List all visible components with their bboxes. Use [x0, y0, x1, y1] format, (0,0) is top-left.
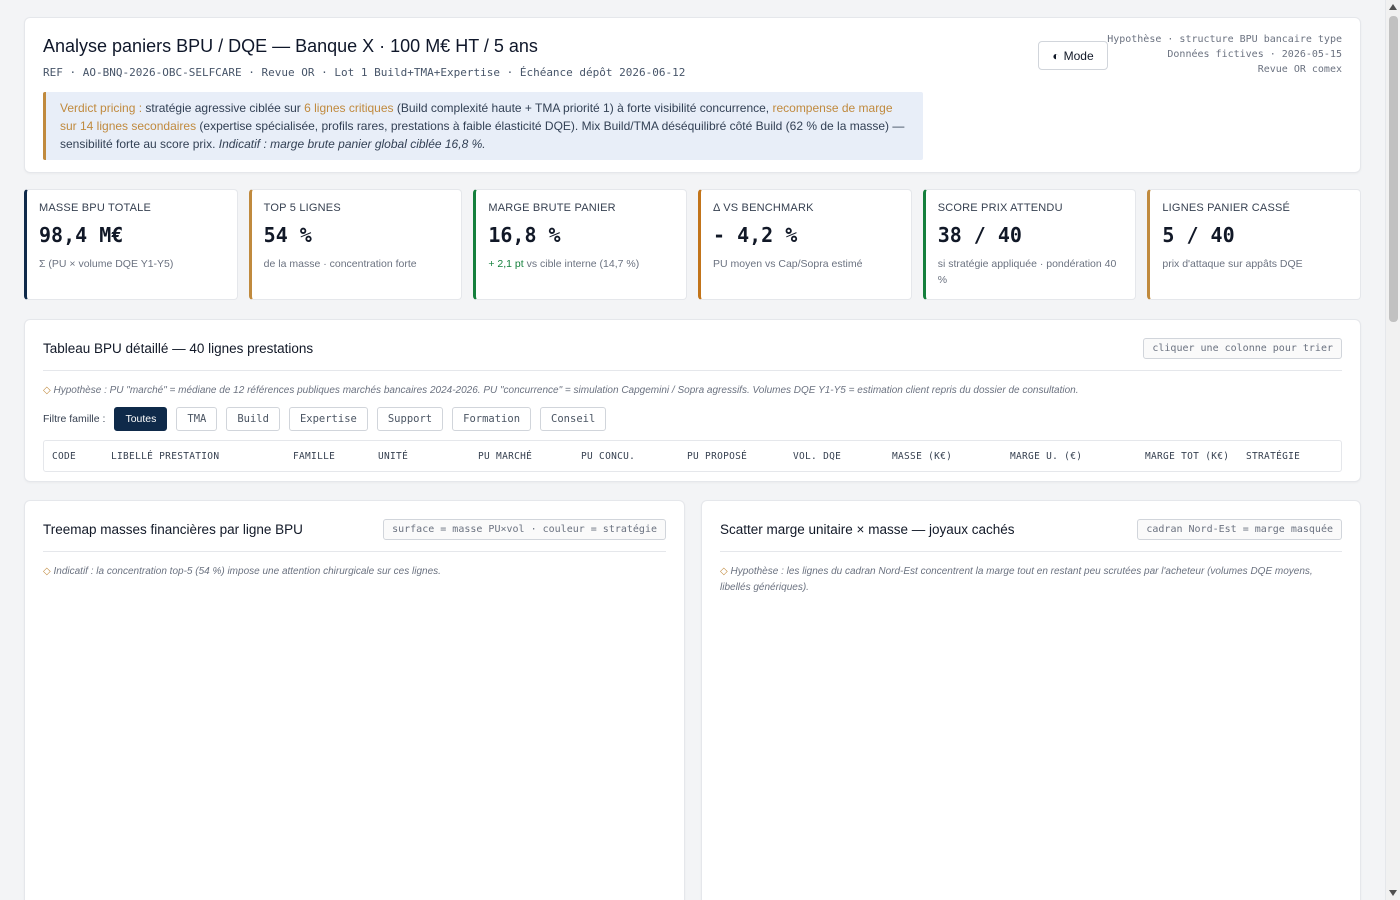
kpi-value: - 4,2 %	[713, 223, 798, 247]
section-header: Tableau BPU détaillé — 40 lignes prestat…	[43, 338, 1342, 371]
kpi-label: MARGE BRUTE PANIER	[488, 202, 616, 214]
kpi-subtext: PU moyen vs Cap/Sopra estimé	[713, 258, 863, 270]
scroll-down-arrow-icon[interactable]	[1389, 890, 1397, 896]
column-header-pu-concu[interactable]: PU CONCU.	[581, 451, 635, 462]
kpi-label: MASSE BPU TOTALE	[39, 202, 152, 214]
filter-button-support[interactable]: Support	[376, 407, 444, 431]
kpi-card-top5: TOP 5 LIGNES 54 % de la masse · concentr…	[248, 189, 463, 300]
scatter-panel: Scatter marge unitaire × masse — joyaux …	[701, 500, 1361, 900]
hypothesis-line: Hypothèse · structure BPU bancaire type	[1107, 34, 1342, 45]
column-header-libelle[interactable]: LIBELLÉ PRESTATION	[111, 451, 219, 462]
treemap-note-text: Indicatif : la concentration top-5 (54 %…	[53, 566, 441, 577]
kpi-card-masse: MASSE BPU TOTALE 98,4 M€ Σ (PU × volume …	[24, 189, 238, 300]
kpi-label: TOP 5 LIGNES	[263, 202, 341, 214]
verdict-label: Verdict pricing :	[60, 101, 143, 115]
treemap-note: ◇ Indicatif : la concentration top-5 (54…	[43, 564, 666, 580]
column-header-marge-tot[interactable]: MARGE TOT (K€)	[1145, 451, 1229, 462]
verdict-text: (Build complexité haute + TMA priorité 1…	[393, 101, 773, 115]
verdict-banner: Verdict pricing : stratégie agressive ci…	[43, 92, 923, 160]
diamond-icon: ◇	[43, 566, 51, 577]
kpi-value: 5 / 40	[1162, 223, 1235, 247]
kpi-row: MASSE BPU TOTALE 98,4 M€ Σ (PU × volume …	[24, 189, 1362, 300]
hypothesis-line: Données fictives · 2026-05-15	[1167, 49, 1342, 60]
kpi-delta: + 2,1 pt	[488, 258, 524, 270]
bpu-table-section: Tableau BPU détaillé — 40 lignes prestat…	[24, 319, 1361, 482]
table-note-text: Hypothèse : PU "marché" = médiane de 12 …	[53, 385, 1079, 396]
sort-hint-badge: cliquer une colonne pour trier	[1143, 338, 1342, 359]
table-header-row: CODE LIBELLÉ PRESTATION FAMILLE UNITÉ PU…	[43, 440, 1342, 472]
header-card: Analyse paniers BPU / DQE — Banque X · 1…	[24, 17, 1361, 173]
section-title: Scatter marge unitaire × masse — joyaux …	[720, 522, 1015, 537]
kpi-card-score: SCORE PRIX ATTENDU 38 / 40 si stratégie …	[922, 189, 1137, 300]
kpi-card-marge: MARGE BRUTE PANIER 16,8 % + 2,1 pt vs ci…	[473, 189, 688, 300]
kpi-value: 16,8 %	[488, 223, 561, 247]
column-header-pu-marche[interactable]: PU MARCHÉ	[478, 451, 532, 462]
kpi-subtext: de la masse · concentration forte	[263, 258, 417, 270]
kpi-card-panier-casse: LIGNES PANIER CASSÉ 5 / 40 prix d'attaqu…	[1147, 189, 1362, 300]
family-filter-bar: Filtre famille : Toutes TMA Build Expert…	[43, 407, 1342, 431]
mode-toggle-button[interactable]: ◐ Mode	[1038, 41, 1108, 70]
filter-button-formation[interactable]: Formation	[452, 407, 532, 431]
verdict-text: stratégie agressive ciblée sur	[142, 101, 305, 115]
filter-button-expertise[interactable]: Expertise	[288, 407, 368, 431]
kpi-label: SCORE PRIX ATTENDU	[937, 202, 1063, 214]
filter-label: Filtre famille :	[43, 413, 106, 425]
diamond-icon: ◇	[43, 385, 51, 396]
treemap-panel: Treemap masses financières par ligne BPU…	[24, 500, 685, 900]
kpi-label: Δ VS BENCHMARK	[713, 202, 814, 214]
column-header-vol-dqe[interactable]: VOL. DQE	[793, 451, 841, 462]
filter-button-build[interactable]: Build	[226, 407, 280, 431]
section-header: Treemap masses financières par ligne BPU…	[43, 519, 666, 552]
column-header-unite[interactable]: UNITÉ	[378, 451, 408, 462]
hypothesis-notes: Hypothèse · structure BPU bancaire type …	[1107, 32, 1342, 77]
section-title: Treemap masses financières par ligne BPU	[43, 522, 303, 537]
filter-button-tma[interactable]: TMA	[176, 407, 218, 431]
kpi-label: LIGNES PANIER CASSÉ	[1162, 202, 1291, 214]
section-header: Scatter marge unitaire × masse — joyaux …	[720, 519, 1342, 552]
column-header-strategie[interactable]: STRATÉGIE	[1246, 451, 1300, 462]
kpi-subtext: si stratégie appliquée · pondération 40 …	[937, 258, 1117, 286]
kpi-subtext: Σ (PU × volume DQE Y1-Y5)	[39, 258, 174, 270]
kpi-value: 54 %	[263, 223, 312, 247]
kpi-subtext: prix d'attaque sur appâts DQE	[1162, 258, 1303, 270]
scatter-note: ◇ Hypothèse : les lignes du cadran Nord-…	[720, 564, 1342, 596]
verdict-indicative: Indicatif : marge brute panier global ci…	[218, 137, 486, 151]
page-scrollbar[interactable]	[1385, 0, 1400, 900]
diamond-icon: ◇	[720, 566, 728, 577]
scroll-up-arrow-icon[interactable]	[1389, 4, 1397, 10]
column-header-masse[interactable]: MASSE (K€)	[892, 451, 952, 462]
kpi-subtext: + 2,1 pt vs cible interne (14,7 %)	[488, 256, 674, 272]
column-header-pu-propose[interactable]: PU PROPOSÉ	[687, 451, 747, 462]
kpi-value: 98,4 M€	[39, 223, 124, 247]
treemap-legend-badge: surface = masse PU×vol · couleur = strat…	[383, 519, 666, 540]
kpi-subtext-rest: vs cible interne (14,7 %)	[523, 258, 640, 270]
column-header-code[interactable]: CODE	[52, 451, 76, 462]
scatter-legend-badge: cadran Nord-Est = marge masquée	[1137, 519, 1342, 540]
filter-button-toutes[interactable]: Toutes	[114, 407, 168, 431]
scrollbar-thumb[interactable]	[1389, 16, 1398, 322]
mode-button-label: Mode	[1063, 48, 1094, 63]
filter-button-conseil[interactable]: Conseil	[540, 407, 607, 431]
kpi-value: 38 / 40	[937, 223, 1022, 247]
column-header-famille[interactable]: FAMILLE	[293, 451, 335, 462]
table-note: ◇ Hypothèse : PU "marché" = médiane de 1…	[43, 383, 1342, 399]
contrast-icon: ◐	[1052, 48, 1060, 63]
hypothesis-line: Revue OR comex	[1257, 64, 1342, 75]
scatter-note-text: Hypothèse : les lignes du cadran Nord-Es…	[720, 566, 1313, 593]
kpi-card-benchmark: Δ VS BENCHMARK - 4,2 % PU moyen vs Cap/S…	[698, 189, 912, 300]
verdict-highlight-critical: 6 lignes critiques	[304, 101, 394, 115]
column-header-marge-u[interactable]: MARGE U. (€)	[1010, 451, 1082, 462]
section-title: Tableau BPU détaillé — 40 lignes prestat…	[43, 341, 314, 356]
